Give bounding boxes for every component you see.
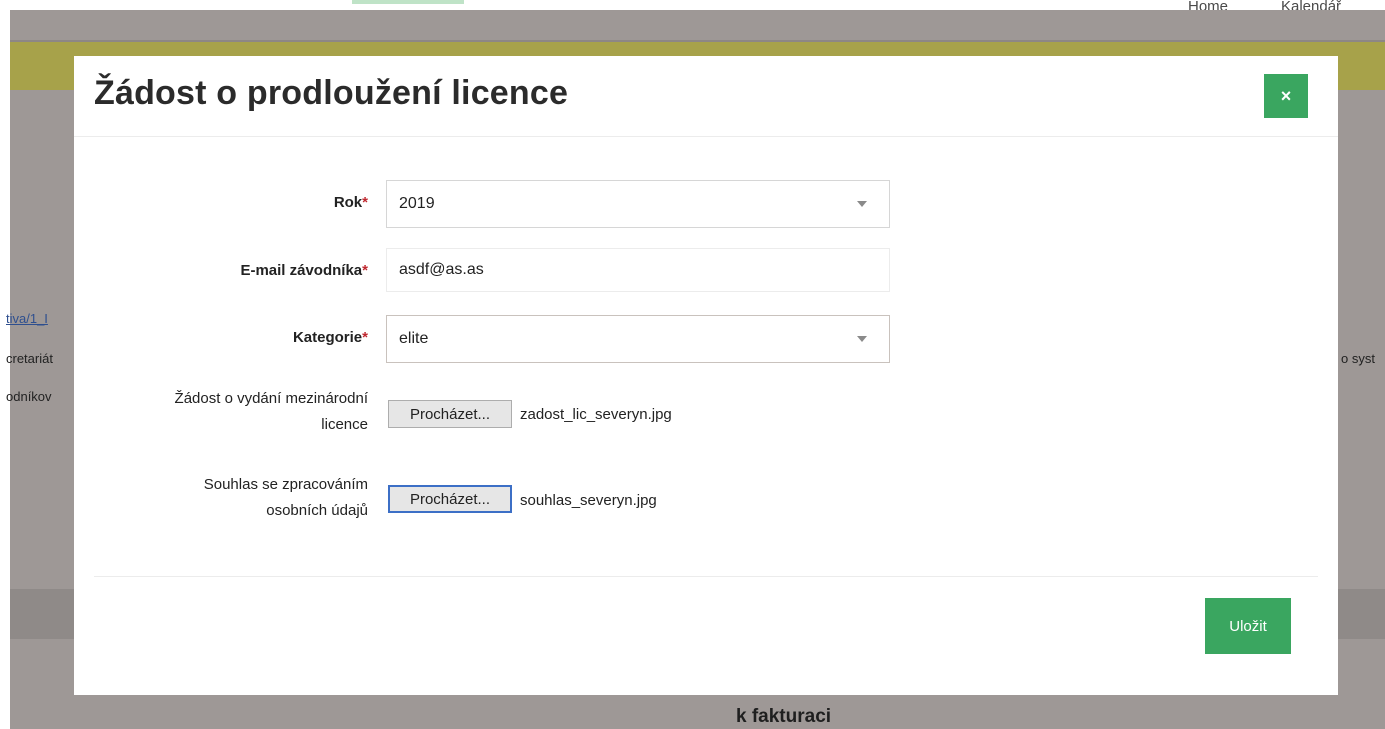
modal-header-divider xyxy=(74,136,1338,137)
background-text-members: odníkov xyxy=(6,389,52,404)
background-text-right: o syst xyxy=(1341,351,1375,366)
email-label-text: E-mail závodníka xyxy=(240,262,363,279)
save-button[interactable]: Uložit xyxy=(1205,598,1291,654)
background-text-secretariat: cretariát xyxy=(6,351,53,366)
kategorie-select-value: elite xyxy=(399,330,429,347)
modal-title: Žádost o prodloužení licence xyxy=(94,74,569,112)
chevron-down-icon xyxy=(857,336,867,342)
zadost-file-name: zadost_lic_severyn.jpg xyxy=(520,406,672,423)
required-mark: * xyxy=(362,329,368,346)
required-mark: * xyxy=(362,262,368,279)
souhlas-label-line1: Souhlas se zpracováním xyxy=(203,476,368,493)
nav-calendar-link[interactable]: Kalendář xyxy=(1281,0,1341,10)
rok-label: Rok* xyxy=(184,194,368,211)
rok-select[interactable]: 2019 xyxy=(386,180,890,228)
kategorie-label-text: Kategorie xyxy=(292,329,363,346)
chevron-down-icon xyxy=(857,201,867,207)
email-label: E-mail závodníka* xyxy=(134,262,368,279)
close-button[interactable]: × xyxy=(1264,74,1308,118)
active-nav-tab xyxy=(352,0,464,4)
kategorie-label: Kategorie* xyxy=(184,329,368,346)
license-extension-modal: Žádost o prodloužení licence × Rok* 2019… xyxy=(74,56,1338,695)
email-field-value: asdf@as.as xyxy=(399,261,484,278)
kategorie-select[interactable]: elite xyxy=(386,315,890,363)
background-section-heading: k fakturaci xyxy=(736,706,832,727)
background-link[interactable]: tiva/1_I xyxy=(6,311,48,326)
zadost-label-line2: licence xyxy=(321,416,368,433)
souhlas-file-name: souhlas_severyn.jpg xyxy=(520,492,657,509)
modal-footer-divider xyxy=(94,576,1318,577)
nav-home-link[interactable]: Home xyxy=(1188,0,1228,10)
email-field[interactable]: asdf@as.as xyxy=(386,248,890,292)
souhlas-label: Souhlas se zpracováním osobních údajů xyxy=(94,472,368,524)
rok-select-value: 2019 xyxy=(399,195,435,212)
close-icon: × xyxy=(1280,85,1292,106)
zadost-browse-button[interactable]: Procházet... xyxy=(388,400,512,428)
zadost-label-line1: Žádost o vydání mezinárodní xyxy=(174,390,368,407)
required-mark: * xyxy=(362,194,368,211)
page-top-strip xyxy=(0,0,1385,10)
rok-label-text: Rok xyxy=(333,194,363,211)
zadost-label: Žádost o vydání mezinárodní licence xyxy=(94,386,368,438)
souhlas-browse-button[interactable]: Procházet... xyxy=(388,485,512,513)
souhlas-label-line2: osobních údajů xyxy=(266,502,368,519)
